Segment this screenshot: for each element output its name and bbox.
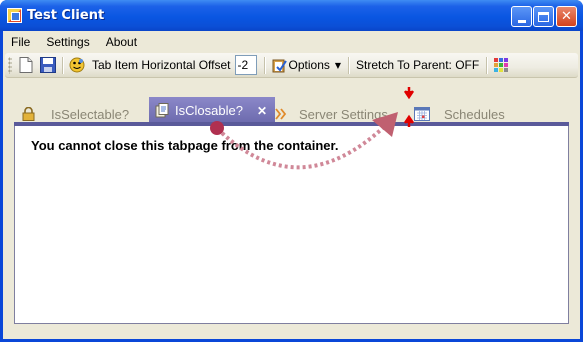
- palette-icon: [494, 58, 509, 72]
- toolbar: Tab Item Horizontal Offset Options ▼ Str…: [5, 53, 578, 78]
- save-button[interactable]: [37, 54, 59, 76]
- menu-about[interactable]: About: [98, 32, 145, 52]
- app-icon[interactable]: [7, 8, 22, 23]
- toolbar-grip-icon[interactable]: [8, 56, 12, 74]
- options-label: Options: [288, 58, 330, 72]
- tab-label: IsClosable?: [175, 103, 243, 118]
- dropdown-arrow-icon: ▼: [334, 60, 342, 70]
- window-title: Test Client: [27, 8, 105, 23]
- color-palette-button[interactable]: [490, 54, 512, 76]
- title-bar[interactable]: Test Client ✕: [0, 0, 583, 31]
- offset-label: Tab Item Horizontal Offset: [92, 58, 231, 72]
- toolbar-separator: [62, 56, 63, 74]
- new-document-button[interactable]: [15, 54, 37, 76]
- menu-file[interactable]: File: [3, 32, 38, 52]
- tab-content-message: You cannot close this tabpage from the c…: [31, 138, 339, 153]
- lock-icon: [22, 107, 35, 121]
- maximize-icon: [538, 11, 549, 22]
- calendar-icon: [414, 107, 430, 121]
- tab-label: Server Settings: [299, 106, 388, 122]
- clipboard-icon: [272, 59, 287, 72]
- menu-bar: File Settings About: [3, 31, 580, 53]
- emoticon-button[interactable]: [66, 54, 88, 76]
- app-window: Test Client ✕ File Settings About Tab It…: [0, 0, 583, 342]
- options-dropdown-button[interactable]: Options ▼: [268, 58, 346, 73]
- toolbar-separator: [348, 56, 350, 74]
- minimize-button[interactable]: [511, 6, 532, 27]
- toolbar-separator: [263, 56, 265, 74]
- close-button[interactable]: ✕: [556, 6, 577, 27]
- toolbar-separator: [486, 56, 488, 74]
- stretch-toggle-button[interactable]: Stretch To Parent: OFF: [352, 58, 483, 72]
- save-icon: [40, 57, 56, 73]
- smiley-icon: [69, 57, 85, 73]
- offset-input[interactable]: [234, 55, 257, 75]
- tab-isclosable[interactable]: IsClosable? ✕: [149, 97, 275, 124]
- menu-settings[interactable]: Settings: [38, 32, 97, 52]
- document-icon: [155, 103, 169, 118]
- minimize-icon: [517, 19, 526, 23]
- tab-close-icon[interactable]: ✕: [257, 104, 267, 118]
- double-chevron-icon: [275, 108, 287, 120]
- tab-label: Schedules: [444, 106, 505, 122]
- tab-content-panel: You cannot close this tabpage from the c…: [14, 126, 569, 324]
- tab-label: IsSelectable?: [51, 106, 130, 122]
- maximize-button[interactable]: [533, 6, 554, 27]
- close-icon: ✕: [561, 9, 572, 24]
- new-document-icon: [19, 57, 33, 73]
